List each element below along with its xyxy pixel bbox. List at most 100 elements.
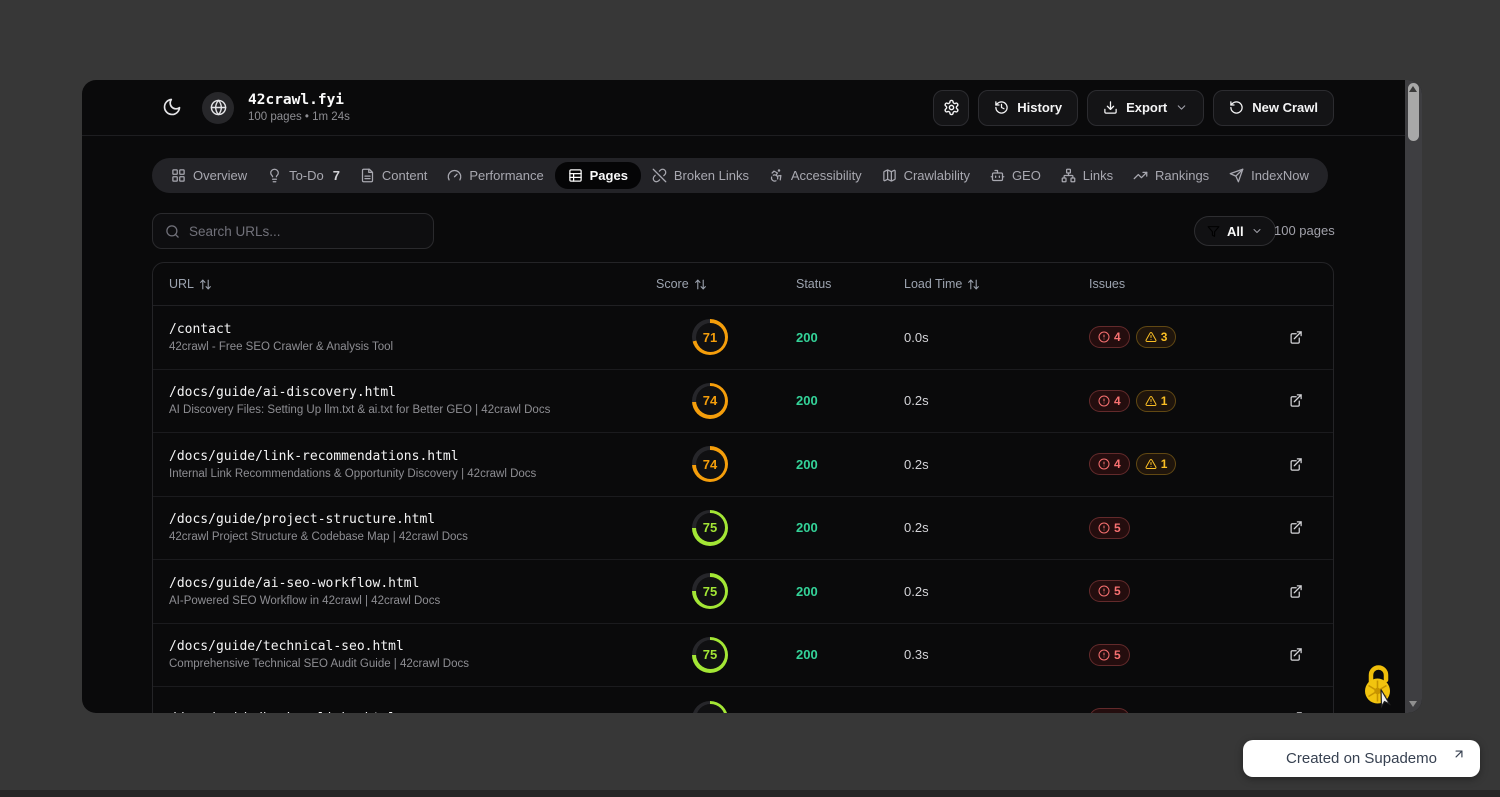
tab-geo[interactable]: GEO	[981, 162, 1050, 189]
tab-to-do[interactable]: To-Do7	[258, 162, 349, 189]
open-page-button[interactable]	[1258, 457, 1333, 472]
open-page-button[interactable]	[1258, 520, 1333, 535]
tab-indexnow[interactable]: IndexNow	[1220, 162, 1318, 189]
history-icon	[994, 100, 1009, 115]
load-time: 0.2s	[888, 393, 1073, 408]
export-label: Export	[1126, 100, 1167, 115]
tab-links[interactable]: Links	[1052, 162, 1122, 189]
settings-button[interactable]	[933, 90, 969, 126]
bot-icon	[990, 168, 1005, 183]
url-path[interactable]: /docs/guide/project-structure.html	[169, 512, 640, 527]
score-ring: 75	[692, 701, 728, 713]
external-link-icon	[1288, 393, 1303, 408]
alert-circle-icon	[1098, 585, 1110, 597]
tab-label: Accessibility	[791, 168, 862, 183]
issues-cell: 5	[1073, 708, 1258, 713]
score-cell: 74	[640, 383, 780, 419]
external-link-icon	[1288, 520, 1303, 535]
table-row[interactable]: /contact42crawl - Free SEO Crawler & Ana…	[153, 306, 1333, 370]
tab-broken-links[interactable]: Broken Links	[643, 162, 758, 189]
supademo-attribution[interactable]: Created on Supademo	[1243, 740, 1480, 777]
supademo-label: Created on Supademo	[1286, 750, 1437, 767]
network-icon	[1061, 168, 1076, 183]
url-path[interactable]: /docs/guide/link-recommendations.html	[169, 449, 640, 464]
column-header-score[interactable]: Score	[640, 277, 780, 291]
open-page-button[interactable]	[1258, 330, 1333, 345]
trending-up-icon	[1133, 168, 1148, 183]
url-path[interactable]: /contact	[169, 322, 640, 337]
tab-crawlability[interactable]: Crawlability	[873, 162, 979, 189]
tab-label: Performance	[469, 168, 543, 183]
scrollbar[interactable]	[1405, 80, 1422, 713]
app-header: 42crawl.fyi 100 pages • 1m 24s History E…	[82, 80, 1405, 136]
tab-label: To-Do	[289, 168, 324, 183]
scroll-up-arrow-icon[interactable]	[1409, 86, 1417, 92]
alert-triangle-icon	[1145, 395, 1157, 407]
sort-icon[interactable]	[694, 278, 707, 291]
sort-icon[interactable]	[199, 278, 212, 291]
tab-performance[interactable]: Performance	[438, 162, 552, 189]
table-row[interactable]: /docs/guide/broken-links.html752000.2s5	[153, 687, 1333, 713]
click-indicator-lock-cursor-icon[interactable]	[1360, 661, 1398, 711]
site-title: 42crawl.fyi	[248, 92, 350, 108]
url-path[interactable]: /docs/guide/technical-seo.html	[169, 639, 640, 654]
warning-count-badge: 1	[1136, 390, 1177, 412]
lightbulb-icon	[267, 168, 282, 183]
new-crawl-button[interactable]: New Crawl	[1213, 90, 1334, 126]
tab-rankings[interactable]: Rankings	[1124, 162, 1218, 189]
scroll-down-arrow-icon[interactable]	[1409, 701, 1417, 707]
dark-mode-toggle-moon-icon[interactable]	[162, 97, 184, 119]
table-row[interactable]: /docs/guide/project-structure.html42craw…	[153, 497, 1333, 561]
table-row[interactable]: /docs/guide/ai-seo-workflow.htmlAI-Power…	[153, 560, 1333, 624]
external-link-icon	[1288, 330, 1303, 345]
score-value: 75	[696, 704, 725, 713]
issues-cell: 5	[1073, 580, 1258, 602]
column-header-load-time[interactable]: Load Time	[888, 277, 1073, 291]
export-button[interactable]: Export	[1087, 90, 1204, 126]
tab-label: Content	[382, 168, 428, 183]
tab-accessibility[interactable]: Accessibility	[760, 162, 871, 189]
url-cell: /docs/guide/link-recommendations.htmlInt…	[153, 449, 640, 480]
alert-triangle-icon	[1145, 331, 1157, 343]
tab-content[interactable]: Content	[351, 162, 437, 189]
open-page-button[interactable]	[1258, 393, 1333, 408]
issues-cell: 5	[1073, 517, 1258, 539]
alert-circle-icon	[1098, 331, 1110, 343]
tab-overview[interactable]: Overview	[162, 162, 256, 189]
url-description: Comprehensive Technical SEO Audit Guide …	[169, 658, 640, 670]
search-box	[152, 213, 434, 249]
status-code: 200	[780, 330, 888, 345]
score-value: 74	[696, 386, 725, 415]
history-label: History	[1017, 100, 1062, 115]
history-button[interactable]: History	[978, 90, 1078, 126]
warning-count-badge: 3	[1136, 326, 1177, 348]
tab-label: Rankings	[1155, 168, 1209, 183]
error-count-badge: 4	[1089, 390, 1130, 412]
external-link-icon	[1288, 647, 1303, 662]
url-path[interactable]: /docs/guide/broken-links.html	[169, 711, 640, 713]
table-row[interactable]: /docs/guide/link-recommendations.htmlInt…	[153, 433, 1333, 497]
table-row[interactable]: /docs/guide/technical-seo.html Comprehens…	[153, 624, 1333, 688]
url-path[interactable]: /docs/guide/ai-seo-workflow.html	[169, 576, 640, 591]
load-time: 0.2s	[888, 457, 1073, 472]
status-code: 200	[780, 711, 888, 713]
site-globe-icon	[202, 92, 234, 124]
issues-cell: 41	[1073, 390, 1258, 412]
funnel-icon	[1207, 225, 1220, 238]
error-count-badge: 5	[1089, 517, 1130, 539]
url-cell: /docs/guide/ai-discovery.htmlAI Discover…	[153, 385, 640, 416]
filter-dropdown[interactable]: All	[1194, 216, 1276, 246]
open-page-button[interactable]	[1258, 647, 1333, 662]
search-icon	[165, 224, 180, 239]
table-row[interactable]: /docs/guide/ai-discovery.htmlAI Discover…	[153, 370, 1333, 434]
open-page-button[interactable]	[1258, 584, 1333, 599]
search-input[interactable]	[189, 224, 421, 239]
url-path[interactable]: /docs/guide/ai-discovery.html	[169, 385, 640, 400]
score-ring: 74	[692, 446, 728, 482]
sort-icon[interactable]	[967, 278, 980, 291]
column-header-url[interactable]: URL	[153, 277, 640, 291]
alert-circle-icon	[1098, 522, 1110, 534]
table-icon	[568, 168, 583, 183]
open-page-button[interactable]	[1258, 711, 1333, 713]
tab-pages[interactable]: Pages	[555, 162, 641, 189]
